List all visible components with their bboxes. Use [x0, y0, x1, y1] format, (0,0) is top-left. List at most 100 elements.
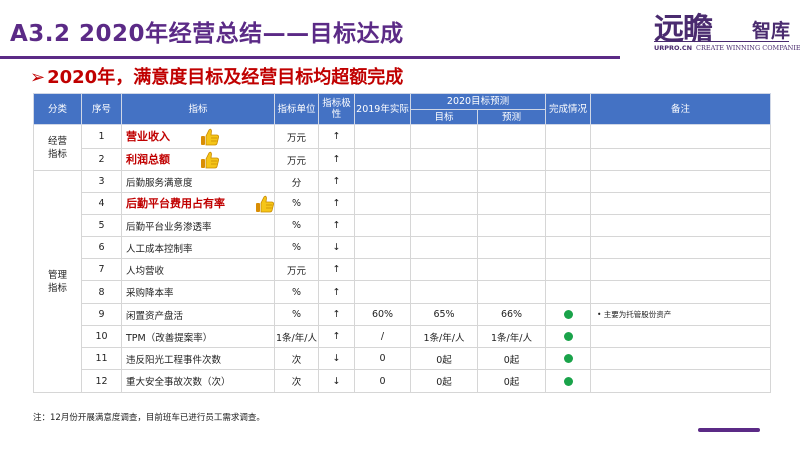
indicator-name-cell: 违反阳光工程事件次数: [121, 347, 275, 370]
polarity-cell: ↑: [318, 192, 355, 215]
polarity-cell: ↑: [318, 325, 355, 348]
target-cell: 0起: [410, 347, 478, 370]
unit-cell: 次: [274, 369, 319, 393]
row-index: 1: [81, 124, 122, 149]
thumbs-up-icon: [255, 195, 275, 213]
completion-cell: [545, 124, 591, 149]
header-note: 备注: [590, 93, 771, 125]
completion-cell: [545, 192, 591, 215]
row-index: 6: [81, 236, 122, 259]
target-cell: [410, 170, 478, 193]
subtitle-text: 2020年，满意度目标及经营目标均超额完成: [47, 67, 404, 88]
polarity-cell: ↓: [318, 369, 355, 393]
indicator-name: 采购降本率: [126, 288, 174, 299]
completion-cell: [545, 214, 591, 237]
actual-2019-cell: [354, 124, 411, 149]
forecast-cell: 66%: [477, 303, 546, 326]
indicator-name: 人均营收: [126, 265, 165, 277]
target-cell: [410, 124, 478, 149]
logo-suffix: 智库: [752, 20, 791, 42]
title-underline: [0, 56, 620, 59]
target-cell: [410, 236, 478, 259]
actual-2019-cell: /: [354, 325, 411, 348]
table-row: 5 后勤平台业务渗透率% ↑: [34, 214, 771, 237]
target-cell: [410, 214, 478, 237]
indicator-name-cell: 后勤平台费用占有率: [121, 192, 275, 215]
forecast-cell: [477, 148, 546, 171]
actual-2019-cell: [354, 236, 411, 259]
actual-2019-cell: 0: [354, 369, 411, 393]
green-dot-icon: [563, 310, 573, 319]
actual-2019-cell: [354, 258, 411, 281]
unit-cell: 万元: [274, 124, 319, 149]
header-forecast: 预测: [477, 109, 546, 125]
polarity-cell: ↑: [318, 124, 355, 149]
forecast-cell: [477, 236, 546, 259]
table-row: 管理指标 3 后勤服务满意度分 ↑: [33, 170, 771, 393]
group-label: 经营指标: [33, 124, 82, 171]
polarity-cell: ↑: [318, 258, 355, 281]
completion-cell: [545, 325, 591, 348]
target-cell: 1条/年/人: [410, 325, 478, 348]
indicator-name-cell: 人均营收: [121, 258, 275, 281]
indicator-name: 人工成本控制率: [126, 243, 193, 255]
actual-2019-cell: 60%: [354, 303, 411, 326]
note-cell: [590, 325, 771, 348]
header-completion: 完成情况: [545, 93, 591, 125]
logo-url: URPRO.CN: [654, 44, 693, 52]
note-cell: [590, 148, 771, 171]
table-row: 2 利润总额 万元 ↑: [34, 148, 771, 171]
unit-cell: 次: [274, 347, 319, 370]
polarity-cell: ↑: [318, 303, 355, 326]
header-target: 目标: [410, 109, 478, 125]
bottom-accent-bar: [698, 428, 760, 432]
polarity-cell: ↑: [318, 148, 355, 171]
indicator-name: 闲置资产盘活: [126, 310, 184, 322]
row-index: 5: [81, 214, 122, 237]
indicator-name-cell: 闲置资产盘活: [121, 303, 275, 326]
target-cell: [410, 148, 478, 171]
indicator-name-cell: 重大安全事故次数（次）: [121, 369, 275, 393]
row-index: 4: [81, 192, 122, 215]
logo-tagline: CREATE WINNING COMPANIES: [696, 44, 800, 52]
unit-cell: 万元: [274, 258, 319, 281]
actual-2019-cell: [354, 280, 411, 304]
row-index: 10: [81, 325, 122, 348]
target-cell: 65%: [410, 303, 478, 326]
target-cell: [410, 258, 478, 281]
indicator-name-cell: 营业收入: [121, 124, 275, 149]
note-cell: [590, 369, 771, 393]
note-cell: [590, 347, 771, 370]
completion-cell: [545, 369, 591, 393]
group-label: 管理指标: [33, 170, 82, 393]
slide-subtitle: ➢ 2020年，满意度目标及经营目标均超额完成: [30, 63, 403, 89]
footer-note: 注：12月份开展满意度调查，目前班车已进行员工需求调查。: [33, 413, 265, 423]
logo-divider: [654, 41, 789, 42]
polarity-cell: ↑: [318, 170, 355, 193]
row-index: 2: [81, 148, 122, 171]
forecast-cell: 1条/年/人: [477, 325, 546, 348]
table-row: 9 闲置资产盘活% ↑ 60% 65% 66% • 主要为托管股份资产: [34, 303, 771, 326]
note-cell: [590, 124, 771, 149]
target-cell: [410, 280, 478, 304]
completion-cell: [545, 148, 591, 171]
indicator-name-cell: 人工成本控制率: [121, 236, 275, 259]
table-body: 经营指标 1 营业收入 万元 ↑ 2 利润总额 万元 ↑ 管理指标 3 后勤服务满意度分 ↑ 4 后勤平台费…: [33, 124, 771, 393]
indicator-name-cell: 采购降本率: [121, 280, 275, 304]
target-cell: [410, 192, 478, 215]
indicator-name: 后勤服务满意度: [126, 177, 193, 189]
indicator-name: 重大安全事故次数（次）: [126, 377, 231, 388]
forecast-cell: 0起: [477, 347, 546, 370]
note-cell: [590, 192, 771, 215]
completion-cell: [545, 303, 591, 326]
row-index: 8: [81, 280, 122, 304]
note-cell: [590, 170, 771, 193]
forecast-cell: [477, 258, 546, 281]
table-row: 6 人工成本控制率% ↓: [34, 236, 771, 259]
target-achievement-table: 分类 序号 指标 指标单位 指标极性 2019年实际 2020目标预测 完成情况…: [33, 93, 771, 393]
header-indicator: 指标: [121, 93, 275, 125]
indicator-name: 营业收入: [126, 129, 170, 143]
polarity-cell: ↑: [318, 280, 355, 304]
slide-title: A3.2 2020年经营总结——目标达成: [10, 21, 404, 47]
completion-cell: [545, 258, 591, 281]
